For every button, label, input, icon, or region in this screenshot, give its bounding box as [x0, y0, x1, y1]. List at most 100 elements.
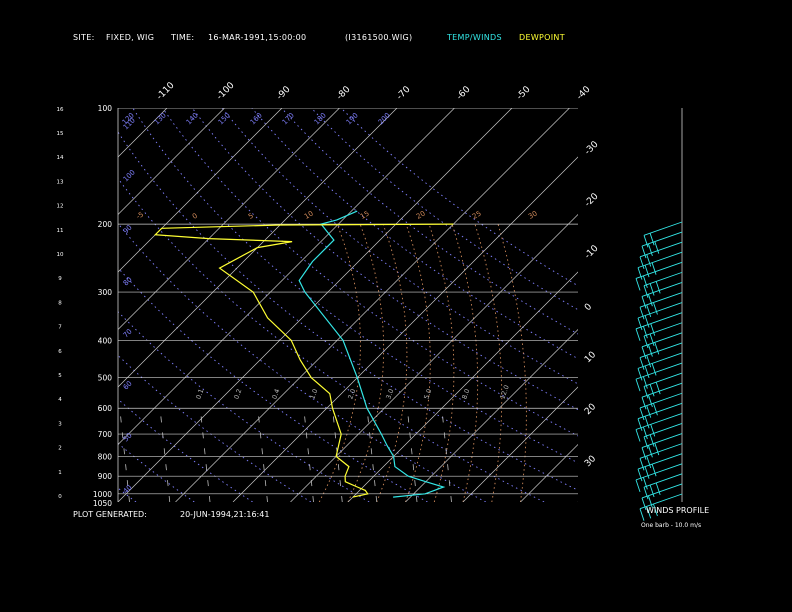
wind-barb-flag	[635, 278, 641, 291]
moist-adiabat-label: 20	[415, 209, 427, 220]
dry-adiabat-label: 130	[153, 111, 168, 126]
pressure-tick-label: 1050	[93, 499, 112, 508]
isotherm-right-label: -20	[583, 191, 601, 209]
isotherm-line	[118, 108, 398, 388]
wind-barb-flag	[635, 429, 641, 442]
isotherm-line	[118, 108, 225, 215]
height-tick-label: 1	[58, 470, 62, 476]
mixing-ratio-label: 1.0	[308, 388, 319, 400]
moist-adiabat-label: 5	[247, 212, 255, 221]
dry-adiabat-label: 200	[377, 111, 392, 126]
pressure-tick-label: 800	[98, 452, 113, 461]
moist-adiabat-line	[451, 223, 479, 502]
winds-profile-label: WINDS PROFILE	[646, 506, 710, 515]
height-tick-label: 12	[57, 204, 64, 210]
pressure-tick-label: 400	[98, 336, 113, 345]
mixing-ratio-label: 5.0	[422, 388, 433, 400]
dry-adiabat-line	[221, 108, 578, 385]
isotherm-top-label: -40	[575, 84, 593, 102]
isotherm-line	[118, 108, 168, 158]
dry-adiabat-line	[118, 222, 487, 502]
height-tick-label: 8	[58, 300, 62, 306]
pressure-tick-label: 100	[98, 104, 113, 113]
isotherm-top-label: -80	[335, 84, 353, 102]
isotherm-line	[175, 108, 570, 502]
isotherm-line	[0, 108, 52, 502]
dry-adiabat-line	[340, 108, 578, 287]
mixing-ratio-line	[199, 408, 211, 502]
moist-adiabat-label: 30	[527, 209, 539, 220]
dry-adiabat-label: 170	[281, 111, 296, 126]
isotherm-line	[290, 214, 578, 502]
height-tick-label: 13	[57, 179, 64, 185]
isotherm-line	[347, 271, 578, 502]
height-tick-label: 7	[58, 325, 62, 331]
wind-barb-flag	[639, 508, 645, 521]
skew-t-chart: 1002003004005006007008009001000105001234…	[0, 80, 683, 521]
dry-adiabat-line	[118, 311, 370, 502]
plot-generated-value: 20-JUN-1994,21:16:41	[180, 510, 270, 519]
isotherm-line	[462, 386, 578, 502]
isotherm-top-label: -90	[275, 84, 293, 102]
wind-barb-flag	[635, 378, 641, 392]
mixing-ratio-line	[441, 408, 452, 502]
height-tick-label: 2	[58, 446, 62, 452]
height-tick-label: 10	[57, 252, 64, 258]
isotherm-right-label: 30	[583, 454, 598, 469]
isotherm-line	[405, 329, 578, 502]
plot-area	[0, 108, 578, 502]
isotherm-line	[118, 108, 340, 330]
mixing-ratio-line	[303, 408, 314, 502]
dry-adiabat-line	[118, 177, 545, 502]
dry-adiabat-line	[118, 487, 137, 502]
dry-adiabat-line	[118, 131, 578, 491]
dry-adiabat-label: 100	[122, 168, 137, 183]
pressure-tick-label: 900	[98, 472, 113, 481]
pressure-tick-label: 600	[98, 404, 113, 413]
isotherm-top-label: -110	[155, 80, 177, 102]
height-tick-label: 0	[58, 494, 62, 500]
height-tick-label: 5	[58, 373, 62, 379]
isotherm-line	[118, 108, 283, 273]
isotherm-right-label: -10	[583, 243, 601, 261]
pressure-tick-label: 1000	[93, 490, 112, 499]
pressure-tick-label: 200	[98, 220, 113, 229]
mixing-ratio-line	[257, 408, 268, 502]
moist-adiabat-line	[376, 223, 408, 502]
barb-note: One barb - 10.0 m/s	[641, 522, 702, 529]
moist-adiabat-label: -5	[135, 210, 145, 220]
isotherm-right-label: 20	[583, 402, 598, 417]
dry-adiabat-line	[310, 108, 578, 311]
dry-adiabat-line	[132, 108, 578, 464]
pressure-tick-label: 300	[98, 288, 113, 297]
wind-barb-flag	[635, 479, 641, 493]
moist-adiabat-line	[497, 223, 527, 502]
moist-adiabat-label: 10	[303, 209, 315, 220]
moist-adiabat-line	[474, 223, 503, 502]
moist-adiabat-label: 15	[359, 209, 371, 220]
isotherm-top-label: -70	[395, 84, 413, 102]
moist-adiabat-line	[405, 223, 431, 502]
pressure-tick-label: 500	[98, 374, 113, 383]
isotherm-top-label: -100	[215, 80, 237, 102]
isotherm-line	[118, 108, 455, 445]
moist-adiabat-label: 25	[471, 209, 483, 220]
dry-adiabat-line	[162, 108, 578, 437]
pressure-tick-label: 700	[98, 430, 113, 439]
mixing-ratio-label: 0.2	[232, 388, 243, 400]
height-tick-label: 14	[57, 155, 64, 161]
isotherm-line	[0, 108, 110, 502]
dry-adiabat-label: 180	[313, 111, 328, 126]
plot-generated-label: PLOT GENERATED:	[73, 510, 147, 519]
isotherm-right-label: 0	[583, 302, 594, 313]
dry-adiabat-label: 80	[122, 275, 134, 287]
mixing-ratio-label: 0.4	[270, 388, 281, 400]
moist-adiabat-line	[347, 223, 385, 502]
mixing-ratio-label: 8.0	[460, 388, 471, 400]
temperature-trace	[298, 210, 446, 498]
dry-adiabat-line	[118, 267, 428, 502]
height-tick-label: 11	[57, 228, 64, 234]
height-tick-label: 15	[57, 131, 64, 137]
moist-adiabat-line	[428, 223, 455, 502]
height-tick-label: 16	[57, 107, 64, 113]
